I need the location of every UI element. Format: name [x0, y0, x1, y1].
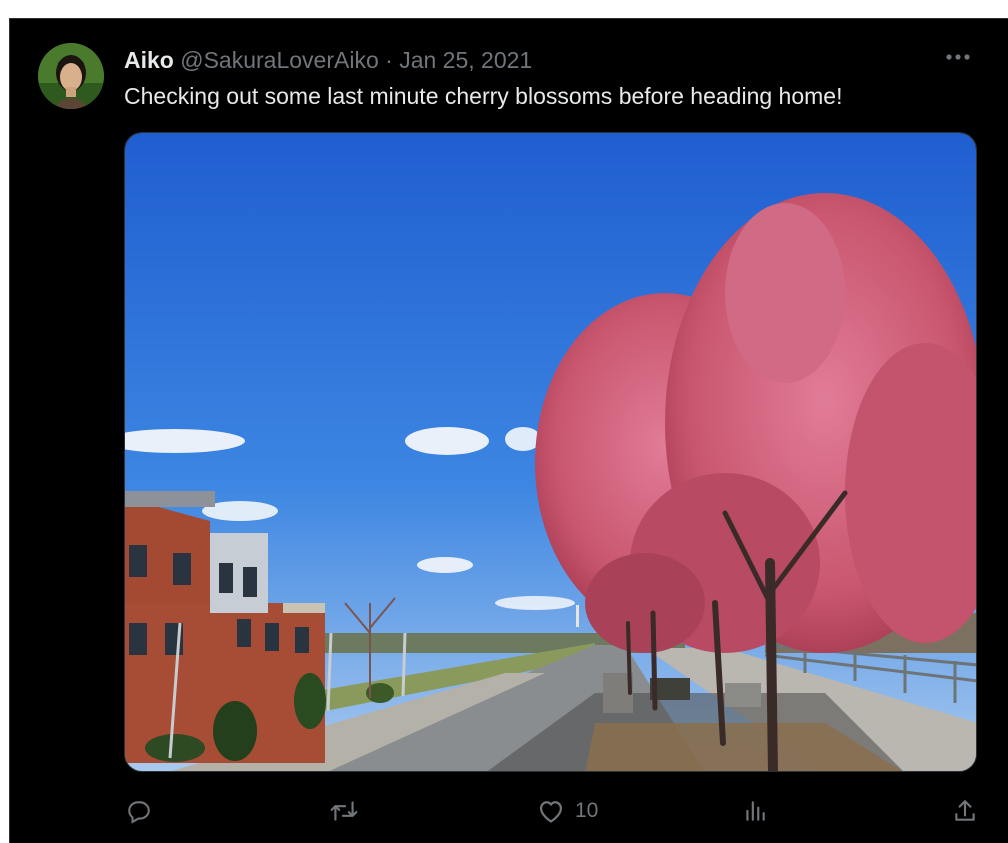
reply-button[interactable] — [126, 791, 152, 831]
retweet-icon — [330, 801, 358, 821]
tweet-photo[interactable] — [124, 132, 977, 772]
retweet-button[interactable] — [329, 791, 359, 831]
share-button[interactable] — [952, 791, 978, 831]
tweet-text: Checking out some last minute cherry blo… — [124, 83, 843, 109]
tweet-header: Aiko @SakuraLoverAiko · Jan 25, 2021 — [124, 45, 532, 75]
heart-icon — [539, 801, 563, 823]
avatar[interactable] — [38, 43, 104, 109]
avatar-image — [38, 43, 104, 109]
header-separator: · — [385, 47, 393, 73]
like-button[interactable]: 10 — [537, 791, 598, 831]
cherry-blossom-photo — [125, 133, 976, 771]
reply-icon — [128, 801, 150, 824]
share-icon — [955, 800, 975, 821]
tweet-card[interactable]: Aiko @SakuraLoverAiko · Jan 25, 2021 Che… — [9, 18, 1008, 843]
action-bar: 10 — [124, 791, 984, 831]
more-button[interactable] — [944, 47, 974, 67]
analytics-icon — [746, 801, 765, 821]
more-horizontal-icon — [946, 54, 970, 60]
author-name[interactable]: Aiko — [124, 47, 174, 73]
author-handle[interactable]: @SakuraLoverAiko — [180, 47, 379, 73]
tweet-date[interactable]: Jan 25, 2021 — [399, 47, 532, 73]
like-count: 10 — [575, 799, 599, 822]
views-button[interactable] — [742, 791, 768, 831]
